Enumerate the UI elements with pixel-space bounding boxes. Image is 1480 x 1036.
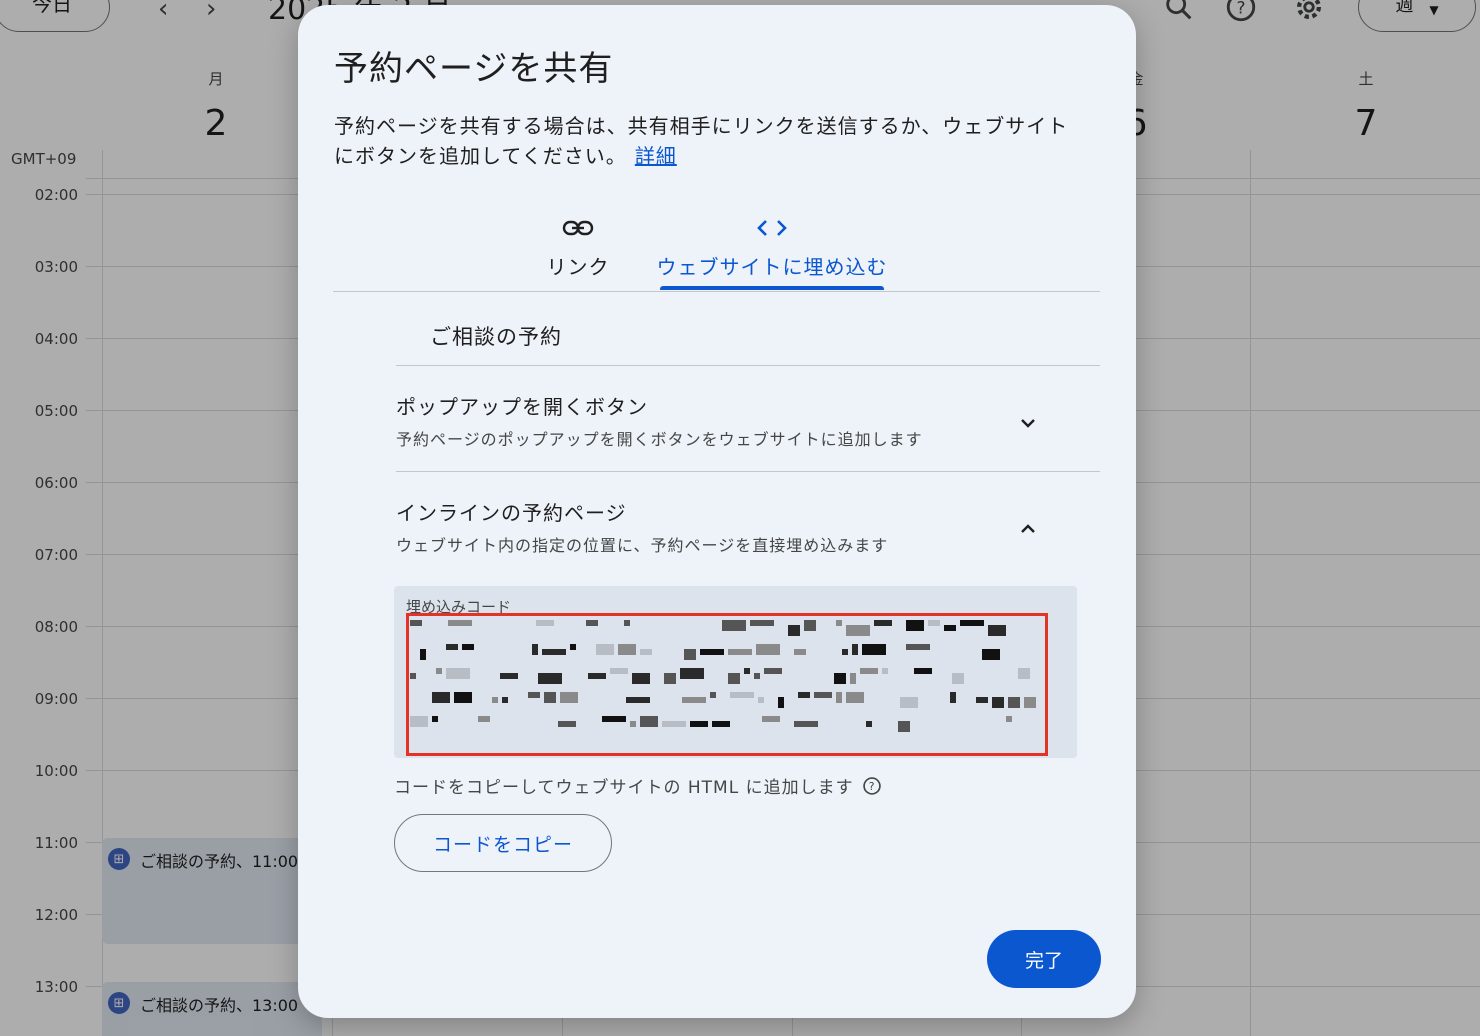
code-icon [757, 220, 787, 236]
screen: 今日 ‹ › 2025 年 2 月 ? 週 ▼ 月 2 金 6 土 [0, 0, 1480, 1036]
chevron-up-icon[interactable] [1016, 517, 1040, 541]
tab-label: リンク [546, 255, 610, 279]
help-circle-icon[interactable]: ? [862, 776, 882, 796]
link-icon [562, 220, 594, 236]
tab-link[interactable]: リンク [534, 213, 622, 280]
done-button[interactable]: 完了 [987, 930, 1101, 988]
divider [396, 471, 1100, 472]
svg-text:?: ? [868, 780, 875, 793]
share-booking-page-dialog: 予約ページを共有 予約ページを共有する場合は、共有相手にリンクを送信するか、ウェ… [298, 5, 1136, 1018]
popup-button-section[interactable]: ポップアップを開くボタン 予約ページのポップアップを開くボタンをウェブサイトに追… [396, 391, 1100, 450]
divider [396, 365, 1100, 366]
tab-label: ウェブサイトに埋め込む [656, 255, 888, 279]
section-title: ポップアップを開くボタン [396, 395, 648, 419]
copy-code-button[interactable]: コードをコピー [394, 814, 612, 872]
active-tab-indicator [660, 286, 884, 290]
helper-text: コードをコピーしてウェブサイトの HTML に追加します [394, 778, 854, 798]
section-subtitle: ウェブサイト内の指定の位置に、予約ページを直接埋め込みます [396, 536, 889, 555]
tab-embed-website[interactable]: ウェブサイトに埋め込む [656, 213, 888, 280]
section-subtitle: 予約ページのポップアップを開くボタンをウェブサイトに追加します [396, 430, 923, 449]
dialog-description: 予約ページを共有する場合は、共有相手にリンクを送信するか、ウェブサイトにボタンを… [334, 114, 1069, 168]
dialog-title: 予約ページを共有 [334, 49, 614, 89]
tab-divider [333, 291, 1100, 292]
highlight-box [406, 613, 1048, 756]
booking-page-name: ご相談の予約 [430, 325, 562, 349]
learn-more-link[interactable]: 詳細 [635, 144, 677, 168]
chevron-down-icon[interactable] [1016, 411, 1040, 435]
helper-text-row: コードをコピーしてウェブサイトの HTML に追加します ? [394, 773, 882, 798]
section-title: インラインの予約ページ [396, 501, 627, 525]
inline-booking-section[interactable]: インラインの予約ページ ウェブサイト内の指定の位置に、予約ページを直接埋め込みま… [396, 497, 1100, 556]
